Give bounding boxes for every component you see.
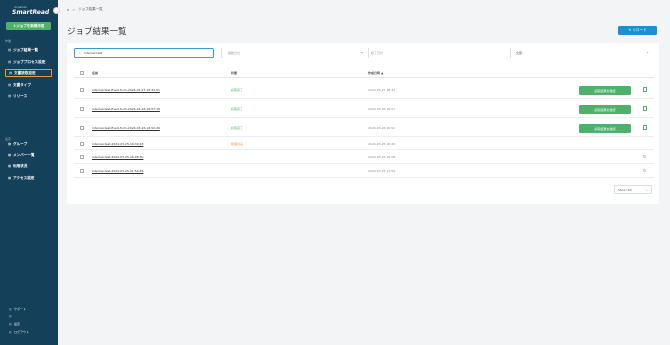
sidebar-item-members[interactable]: ▦ メンバー一覧 [5,151,52,159]
sidebar-item-group[interactable]: ▦ グループ [5,140,52,148]
breadcrumb-separator: > [72,7,76,12]
sidebar-item-document-settings[interactable]: ▤ 文書読取設定 [5,69,52,77]
breadcrumb: ⌂ > ジョブ結果一覧 [67,7,103,12]
table-header: 名前 状態 作成日時 ▲ [74,68,654,78]
job-name-link[interactable]: internal-test-fixed-form-2024-03-26-16:5… [92,107,160,111]
calendar-icon[interactable]: → [360,51,363,55]
support-link[interactable]: ◎ サポート [9,307,26,311]
sidebar-collapse-button[interactable] [53,7,60,14]
loading-spinner-icon: ↻ [643,168,647,173]
app-logo[interactable]: SmartRead [12,9,49,16]
row-checkbox[interactable] [80,106,84,111]
row-checkbox[interactable] [80,87,84,92]
created-time: 2024-03-25 11:54 [368,169,396,173]
section-label-work: 作業 [5,39,12,43]
search-input[interactable]: ⌕ internal test [74,48,214,58]
row-checkbox[interactable] [80,125,84,130]
created-time: 2024-03-25 16:43 [368,142,396,146]
sidebar: cinnamon SmartRead ＋ジョブを新規作成 作業 ▤ ジョブ結果一… [0,0,58,345]
view-results-button[interactable]: 読取結果を確認 [579,105,631,114]
sidebar-item-access[interactable]: ▦ アクセス設定 [5,174,52,182]
new-job-button[interactable]: ＋ジョブを新規作成 [6,22,51,30]
sidebar-item-usage[interactable]: ▦ 利用状況 [5,162,52,170]
document-icon[interactable] [643,87,647,92]
sidebar-item-label: メンバー一覧 [13,152,35,157]
sidebar-item-label: グループ [13,141,28,146]
sidebar-item-label: リリース [13,93,28,98]
page-title: ジョブ結果一覧 [67,27,127,37]
loading-spinner-icon: ↻ [643,154,647,159]
support-label: サポート [14,307,27,311]
table-row: internal-test-fixed-form-2024-03-26-16:5… [74,99,654,118]
page-size-value: Show (10) [618,187,633,192]
job-name-link[interactable]: internal-test-2024-03-25-16:08:30 [92,155,143,159]
table-row: internal-test-fixed-form-2024-03-26-16:5… [74,118,654,137]
view-results-button[interactable]: 読取結果を確認 [579,124,631,133]
table-row: internal-test-fixed-form-2024-03-27-18:3… [74,80,654,99]
column-header-created[interactable]: 作成日時 ▲ [368,71,383,75]
logout-link[interactable]: ◎ ログアウト [9,330,29,334]
created-time: 2024-03-27 18:34 [368,88,396,92]
document-icon[interactable] [643,106,647,111]
created-time: 2024-03-26 16:52 [368,126,396,130]
search-icon: ⌕ [79,51,81,55]
reload-button[interactable]: ↻ リロード [618,26,657,35]
page-size-select[interactable]: Show (10) ⌄ [614,185,652,194]
settings-label: 設定 [14,322,21,326]
status-filter-value: 全部 [516,51,523,55]
status-text: 読取完了 [231,126,244,130]
job-name-link[interactable]: internal-test-fixed-form-2024-03-26-16:5… [92,126,160,130]
job-results-card: ⌕ internal test 開始日付 → 終了日付 全部 ⌄ 名前 状態 作… [67,43,659,204]
status-text: 読取完了 [231,107,244,111]
search-value: internal test [83,51,103,55]
created-time: 2024-03-25 16:08 [368,155,396,159]
sidebar-item-label: アクセス設定 [13,175,35,180]
row-checkbox[interactable] [80,169,84,173]
view-results-button[interactable]: 読取結果を確認 [579,86,631,95]
sidebar-item-label: 文書タイプ [13,82,31,87]
job-name-link[interactable]: internal-test-2024-03-25-16:39:43 [92,142,143,146]
job-name-link[interactable]: internal-test-2024-03-25-11:54:46 [92,169,143,173]
job-name-link[interactable]: internal-test-fixed-form-2024-03-27-18:3… [92,88,160,92]
sidebar-item-label: ジョブ結果一覧 [13,47,39,52]
user-icon: ◎ [9,314,12,318]
sidebar-item-label: 利用状況 [13,163,28,168]
breadcrumb-current: ジョブ結果一覧 [78,7,103,11]
table-row: internal-test-2024-03-25-11:54:46 2024-0… [74,164,654,178]
column-header-name[interactable]: 名前 [92,71,98,75]
row-checkbox[interactable] [80,155,84,159]
sidebar-item-label: ジョブプロセス設定 [13,59,46,64]
table-row: internal-test-2024-03-25-16:08:30 2024-0… [74,150,654,164]
date-to-field[interactable]: 終了日付 [368,48,508,58]
sidebar-item-job-results[interactable]: ▤ ジョブ結果一覧 [5,46,52,54]
document-icon[interactable] [643,125,647,130]
table-row: internal-test-2024-03-25-16:39:43 処理済み 2… [74,137,654,150]
status-filter-select[interactable]: 全部 ⌄ [510,48,654,58]
chevron-down-icon: ⌄ [645,188,648,192]
date-from-field[interactable]: 開始日付 [221,48,366,58]
row-checkbox[interactable] [80,141,84,146]
created-time: 2024-03-26 16:57 [368,107,396,111]
user-link[interactable]: ◎ [9,314,14,318]
settings-link[interactable]: ◎ 設定 [9,322,20,326]
chevron-down-icon: ⌄ [646,50,649,54]
sidebar-item-job-process[interactable]: ▤ ジョブプロセス設定 [5,58,52,66]
column-header-status[interactable]: 状態 [231,71,237,75]
status-text: 読取完了 [231,88,244,92]
select-all-checkbox[interactable] [80,70,84,75]
sidebar-item-label: 文書読取設定 [14,70,36,75]
status-text: 処理済み [231,142,244,146]
logout-label: ログアウト [14,330,30,334]
sidebar-item-release[interactable]: ▤ リリース [5,92,52,100]
sidebar-item-document-type[interactable]: ▤ 文書タイプ [5,81,52,89]
home-icon[interactable]: ⌂ [67,8,69,12]
